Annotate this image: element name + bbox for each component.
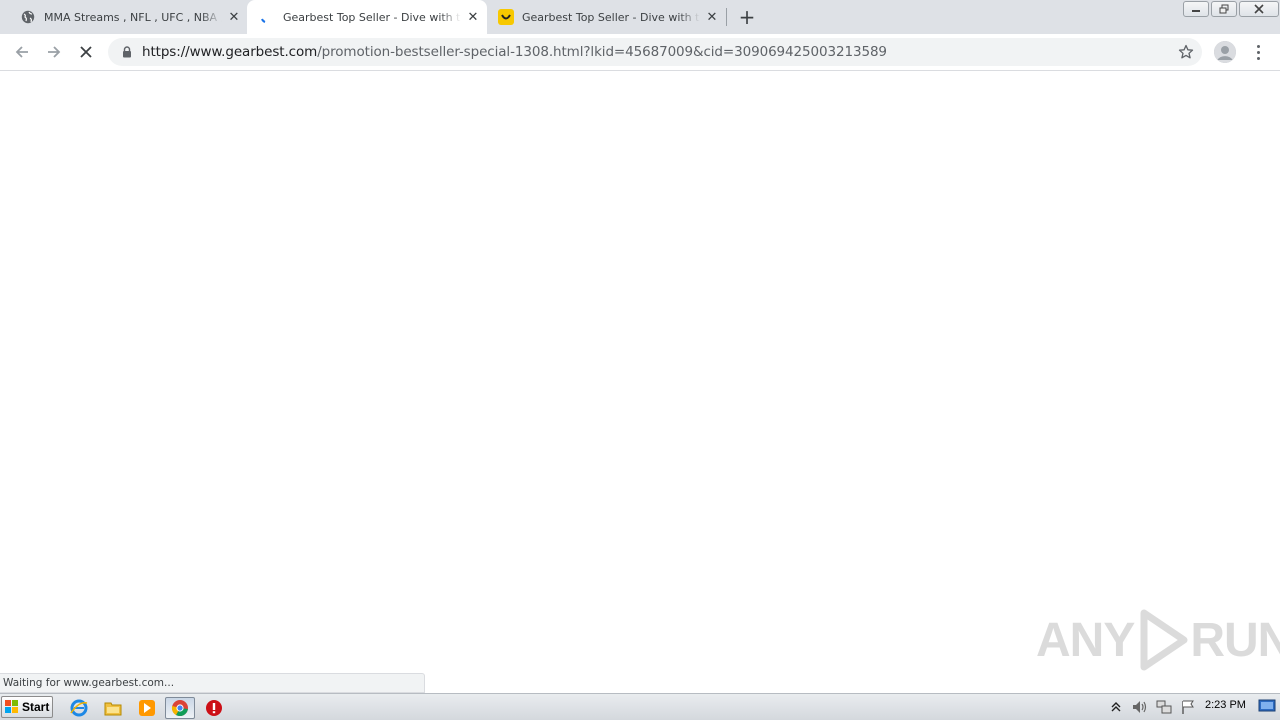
forward-arrow-icon — [48, 46, 61, 58]
tab-title: Gearbest Top Seller - Dive with the C — [522, 10, 700, 24]
show-desktop-icon[interactable] — [1258, 698, 1276, 716]
tab-mma-streams[interactable]: MMA Streams , NFL , UFC , NBA , Bo ✕ — [0, 0, 246, 34]
minimize-button[interactable] — [1183, 1, 1209, 17]
restore-button[interactable] — [1211, 1, 1237, 17]
windows-taskbar: Start 2:23 PM — [0, 693, 1280, 720]
tab-gearbest[interactable]: Gearbest Top Seller - Dive with the C ✕ — [488, 0, 726, 34]
windows-flag-icon — [5, 700, 18, 713]
watermark-right: RUN — [1190, 613, 1280, 667]
action-center-flag-icon[interactable] — [1178, 698, 1198, 716]
play-logo-icon — [1140, 609, 1188, 671]
file-explorer-icon[interactable] — [102, 697, 124, 719]
close-tab-icon[interactable]: ✕ — [465, 9, 481, 25]
back-arrow-icon — [15, 46, 28, 58]
start-label: Start — [22, 700, 50, 714]
loading-spinner-icon — [259, 9, 275, 25]
close-tab-icon[interactable]: ✕ — [704, 9, 720, 25]
start-button[interactable]: Start — [1, 696, 53, 718]
tab-title: MMA Streams , NFL , UFC , NBA , Bo — [44, 10, 222, 24]
opera-icon[interactable] — [203, 697, 225, 719]
browser-toolbar: https://www.gearbest.com/promotion-bests… — [0, 34, 1280, 71]
system-tray — [1106, 696, 1202, 718]
internet-explorer-icon[interactable] — [68, 697, 90, 719]
taskbar-clock[interactable]: 2:23 PM — [1205, 699, 1246, 711]
chrome-taskbar-icon[interactable] — [165, 697, 195, 719]
profile-avatar-icon[interactable] — [1214, 41, 1236, 63]
watermark-left: ANY — [1036, 613, 1135, 667]
close-tab-icon[interactable]: ✕ — [226, 9, 242, 25]
window-controls — [1181, 1, 1279, 17]
anyrun-watermark: ANY RUN — [1036, 609, 1280, 671]
media-player-icon[interactable] — [136, 697, 158, 719]
page-content: ANY RUN Waiting for www.gearbest.com... — [0, 71, 1280, 693]
address-bar[interactable]: https://www.gearbest.com/promotion-bests… — [108, 38, 1202, 66]
stop-loading-button[interactable] — [74, 40, 98, 64]
tab-separator — [726, 8, 727, 26]
status-bubble: Waiting for www.gearbest.com... — [0, 673, 425, 693]
network-icon[interactable] — [1154, 698, 1174, 716]
forward-button[interactable] — [42, 40, 66, 64]
url-text[interactable]: https://www.gearbest.com/promotion-bests… — [142, 44, 887, 60]
tab-title: Gearbest Top Seller - Dive with the C — [283, 10, 461, 24]
url-host: https://www.gearbest.com — [142, 44, 318, 60]
new-tab-button[interactable]: + — [737, 7, 757, 27]
url-path: /promotion-bestseller-special-1308.html?… — [317, 44, 887, 60]
chrome-menu-icon[interactable] — [1250, 40, 1266, 64]
bookmark-star-icon[interactable] — [1178, 44, 1194, 60]
tab-strip: MMA Streams , NFL , UFC , NBA , Bo ✕ Gea… — [0, 0, 1280, 34]
globe-icon — [20, 9, 36, 25]
gearbest-smile-icon — [498, 9, 514, 25]
back-button[interactable] — [10, 40, 34, 64]
volume-icon[interactable] — [1130, 698, 1150, 716]
show-hidden-icons-icon[interactable] — [1106, 698, 1126, 716]
stop-x-icon — [80, 46, 92, 58]
close-window-button[interactable] — [1239, 1, 1279, 17]
tab-gearbest-active[interactable]: Gearbest Top Seller - Dive with the C ✕ — [247, 0, 487, 34]
lock-icon[interactable] — [120, 45, 134, 59]
